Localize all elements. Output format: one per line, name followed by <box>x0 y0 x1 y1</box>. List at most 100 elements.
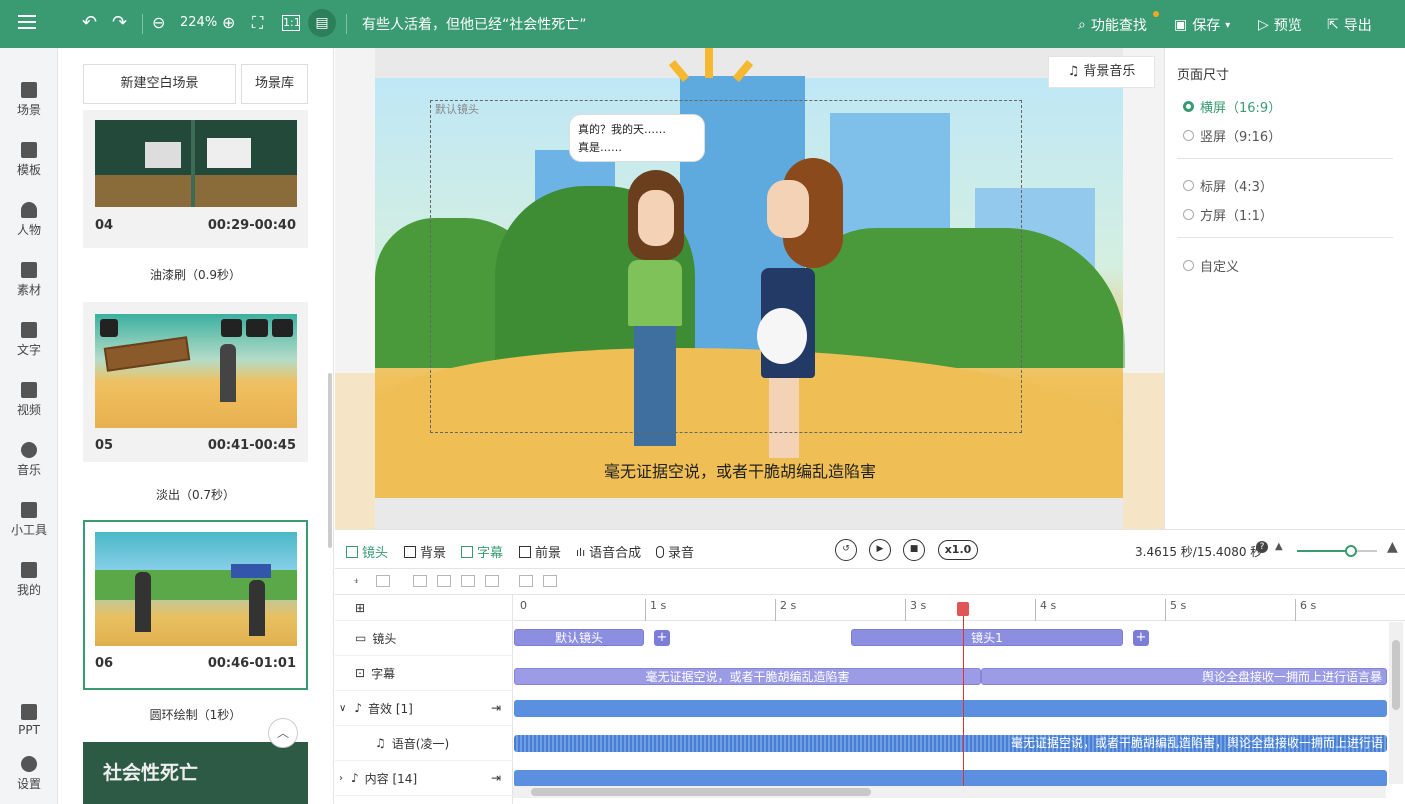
content-icon: ♪ <box>351 771 359 785</box>
actual-size-icon[interactable]: 1:1 <box>282 15 301 31</box>
layout-icon[interactable]: ⊞ <box>335 595 513 621</box>
timeline-zoom-slider[interactable] <box>1297 545 1377 557</box>
subtitle-caption[interactable]: 毫无证据空说，或者干脆胡编乱造陷害 <box>604 458 876 482</box>
import-icon[interactable]: ⇥ <box>491 771 501 785</box>
nav-music[interactable]: 音乐 <box>0 442 58 478</box>
export-button[interactable]: ⇱ 导出 <box>1327 15 1372 35</box>
nav-templates[interactable]: 模板 <box>0 142 58 178</box>
tab-lens[interactable]: 镜头 <box>346 542 388 561</box>
scene-card-04[interactable]: 04 00:29-00:40 <box>83 110 308 248</box>
zoom-in-icon[interactable]: ⊕ <box>222 12 235 34</box>
scene-scrollbar[interactable] <box>328 373 332 548</box>
scroll-up-button[interactable]: ︿ <box>268 718 298 748</box>
time-display: 3.4615 秒/15.4080 秒 <box>1135 545 1263 559</box>
radio-landscape[interactable]: 横屏（16:9） <box>1183 97 1281 116</box>
page-size-title: 页面尺寸 <box>1177 68 1230 83</box>
align-center-icon[interactable] <box>437 575 451 587</box>
move-down-icon[interactable] <box>543 575 557 587</box>
calendar-icon[interactable]: ▤ <box>308 9 336 37</box>
playhead[interactable] <box>963 603 964 788</box>
tab-foreground[interactable]: 前景 <box>519 542 561 561</box>
nav-mine[interactable]: 我的 <box>0 562 58 598</box>
chevron-down-icon: ▾ <box>1225 19 1231 31</box>
timeline-vertical-scrollbar[interactable] <box>1389 622 1403 784</box>
transition-label[interactable]: 淡出（0.7秒） <box>83 486 308 503</box>
background-music-button[interactable]: ♫ 背景音乐 <box>1048 56 1155 88</box>
help-icon[interactable]: ? <box>1256 541 1268 553</box>
subtitle-block[interactable]: 毫无证据空说，或者干脆胡编乱造陷害 <box>514 668 981 685</box>
notification-dot <box>1153 11 1159 17</box>
nav-settings[interactable]: 设置 <box>0 756 58 792</box>
toolbox-icon <box>21 502 37 518</box>
radio-custom[interactable]: 自定义 <box>1183 256 1239 275</box>
nav-tools[interactable]: 小工具 <box>0 502 58 538</box>
timeline-track-labels: ⊞ ▭ 镜头 ⊡ 字幕 ∨ ♪ 音效 [1] ⇥ ♫ 语音(凌一) › ♪ 内容 [14] ⇥ <box>335 595 513 804</box>
subtitle-block[interactable]: 舆论全盘接收一拥而上进行语言暴 <box>981 668 1387 685</box>
tab-subtitle[interactable]: 字幕 <box>461 542 503 561</box>
group-icon[interactable] <box>376 575 390 587</box>
tab-tts[interactable]: ılı 语音合成 <box>576 542 641 562</box>
radio-portrait[interactable]: 竖屏（9:16） <box>1183 126 1281 145</box>
lens-block-1[interactable]: 镜头1 <box>851 629 1123 646</box>
gear-icon <box>21 756 37 772</box>
top-toolbar: ↶ ↷ ⊖ 224% ⊕ ⛶ 1:1 ▤ 有些人活着，但他已经“社会性死亡” ⌕… <box>0 0 1405 48</box>
playhead-handle[interactable] <box>957 602 969 616</box>
save-button[interactable]: ▣ 保存 ▾ <box>1174 15 1230 35</box>
track-lens[interactable]: ▭ 镜头 <box>335 621 513 656</box>
tab-record[interactable]: 录音 <box>656 542 694 561</box>
nav-assets[interactable]: 素材 <box>0 262 58 298</box>
camera-frame[interactable] <box>430 100 1022 433</box>
track-subtitle[interactable]: ⊡ 字幕 <box>335 656 513 691</box>
menu-icon[interactable] <box>18 15 36 33</box>
nav-video[interactable]: 视频 <box>0 382 58 418</box>
nav-text[interactable]: 文字 <box>0 322 58 358</box>
undo-icon[interactable]: ↶ <box>82 12 97 34</box>
track-content[interactable]: › ♪ 内容 [14] ⇥ <box>335 761 513 796</box>
import-icon[interactable]: ⇥ <box>491 701 501 715</box>
page-size-panel: 页面尺寸 横屏（16:9） 竖屏（9:16） 标屏（4:3） 方屏（1:1） 自… <box>1164 48 1405 529</box>
stop-button[interactable]: ■ <box>903 539 925 561</box>
track-sfx[interactable]: ∨ ♪ 音效 [1] ⇥ <box>335 691 513 726</box>
zoom-out-icon[interactable]: ⊖ <box>152 12 165 34</box>
nav-ppt[interactable]: PPT <box>0 704 58 737</box>
tab-background[interactable]: 背景 <box>404 542 446 561</box>
content-block[interactable] <box>514 770 1387 787</box>
track-voice[interactable]: ♫ 语音(凌一) <box>335 726 513 761</box>
scene-library-button[interactable]: 场景库 <box>241 64 308 104</box>
stage-canvas[interactable]: 真的？我的天…… 真是…… 默认镜头 毫无证据空说，或者干脆胡编乱造陷害 <box>335 48 1164 529</box>
preview-button[interactable]: ▷ 预览 <box>1258 15 1302 35</box>
export-icon: ⇱ <box>1327 17 1339 33</box>
voice-waveform-block[interactable]: 毫无证据空说，或者干脆胡编乱造陷害，舆论全盘接收一拥而上进行语 <box>514 735 1387 752</box>
add-lens-button[interactable]: + <box>654 630 670 646</box>
zoom-out-timeline-icon[interactable]: ▲ <box>1275 541 1283 552</box>
zoom-in-timeline-icon[interactable]: ▲ <box>1387 539 1398 555</box>
nav-characters[interactable]: 人物 <box>0 202 58 238</box>
distribute-icon[interactable] <box>485 575 499 587</box>
video-icon <box>21 382 37 398</box>
align-left-icon[interactable] <box>413 575 427 587</box>
redo-icon[interactable]: ↷ <box>112 12 127 34</box>
move-up-icon[interactable] <box>519 575 533 587</box>
scene-card-06[interactable]: 06 00:46-01:01 <box>83 520 308 690</box>
new-blank-scene-button[interactable]: 新建空白场景 <box>83 64 236 104</box>
lens-block-default[interactable]: 默认镜头 <box>514 629 644 646</box>
fit-screen-icon[interactable]: ⛶ <box>252 12 263 34</box>
project-title[interactable]: 有些人活着，但他已经“社会性死亡” <box>362 14 587 34</box>
play-button[interactable]: ▶ <box>869 539 891 561</box>
replay-button[interactable]: ↺ <box>835 539 857 561</box>
timeline-tools: ⍖ <box>335 569 1405 595</box>
radio-standard[interactable]: 标屏（4:3） <box>1183 176 1273 195</box>
transition-label[interactable]: 油漆刷（0.9秒） <box>83 266 308 283</box>
nav-scenes[interactable]: 场景 <box>0 82 58 118</box>
sfx-block[interactable] <box>514 700 1387 717</box>
feature-search-button[interactable]: ⌕ 功能查找 <box>1078 15 1147 35</box>
align-right-icon[interactable] <box>461 575 475 587</box>
speed-button[interactable]: x1.0 <box>938 540 978 560</box>
timeline-horizontal-scrollbar[interactable] <box>513 786 1386 798</box>
filter-icon[interactable]: ⍖ <box>353 574 367 587</box>
scene-card-07[interactable]: 社会性死亡 <box>83 742 308 804</box>
scene-card-05[interactable]: 05 00:41-00:45 <box>83 302 308 462</box>
template-icon <box>21 142 37 158</box>
radio-square[interactable]: 方屏（1:1） <box>1183 205 1273 224</box>
add-lens-button[interactable]: + <box>1133 630 1149 646</box>
